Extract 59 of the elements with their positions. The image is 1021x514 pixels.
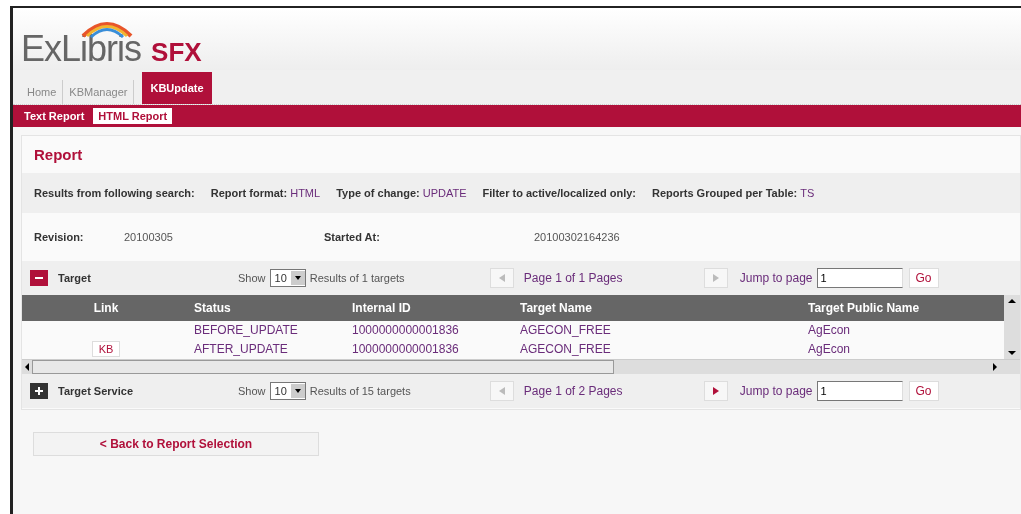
table-cell-text: AgEcon <box>807 341 852 358</box>
show-label: Show <box>238 272 266 284</box>
jump-to-page-field[interactable]: 1 <box>816 381 903 401</box>
go-button[interactable]: Go <box>908 268 939 288</box>
right-arrow-icon <box>990 361 1000 373</box>
results-count: Results of 15 targets <box>309 385 412 397</box>
show-label: Show <box>238 385 266 397</box>
page-indicator: Page 1 of 2 Pages <box>523 384 624 398</box>
results-count: Results of 1 targets <box>309 272 406 284</box>
table-cell: AgEcon <box>804 321 1004 339</box>
left-arrow-icon <box>498 387 505 395</box>
logo-product: SFX <box>151 37 202 67</box>
column-header: Link <box>22 295 190 321</box>
column-header: Target Name <box>516 295 804 321</box>
revision-value: 20100305 <box>124 231 174 243</box>
nav-tab[interactable]: KBUpdate <box>142 72 212 104</box>
started-label: Started At: <box>324 231 381 243</box>
page-indicator: Page 1 of 1 Pages <box>523 271 624 285</box>
section-title: Target Service <box>58 385 134 397</box>
next-page-button[interactable] <box>703 381 728 401</box>
table-cell: AGECON_FREE <box>516 321 804 339</box>
sub-tab[interactable]: HTML Report <box>93 108 173 124</box>
revision-label: Revision: <box>34 231 85 243</box>
search-criterion: Results from following search: <box>34 187 195 199</box>
section-title: Target <box>58 272 92 284</box>
table-cell-text: 1000000000001836 <box>351 341 460 358</box>
minus-icon <box>35 274 43 282</box>
jump-to-page-field[interactable]: 1 <box>816 268 903 288</box>
column-header: Internal ID <box>348 295 516 321</box>
expand-button[interactable] <box>30 383 48 399</box>
search-criterion: Type of change: UPDATE <box>336 187 467 199</box>
jump-to-page-label: Jump to page <box>739 384 813 398</box>
back-button[interactable]: < Back to Report Selection <box>33 432 319 456</box>
logo-brand: ExLibris <box>21 28 142 69</box>
table-cell: 1000000000001836 <box>348 321 516 339</box>
kb-link-button[interactable]: KB <box>91 341 121 357</box>
table-cell-text: AGECON_FREE <box>519 341 612 358</box>
vertical-scrollbar[interactable] <box>1004 295 1020 359</box>
column-header: Target Public Name <box>804 295 1004 321</box>
table-cell-text: AFTER_UPDATE <box>193 341 289 358</box>
search-criterion: Report format: HTML <box>210 187 321 199</box>
collapse-button[interactable] <box>30 270 48 286</box>
right-arrow-icon <box>712 387 719 395</box>
started-value: 20100302164236 <box>534 231 621 243</box>
go-button[interactable]: Go <box>908 381 939 401</box>
page-size-select[interactable]: 10 <box>269 382 306 400</box>
search-criterion: Filter to active/localized only: <box>482 187 636 199</box>
jump-to-page-label: Jump to page <box>739 271 813 285</box>
left-arrow-icon <box>498 274 505 282</box>
page-title: Report <box>33 145 84 165</box>
horizontal-scrollbar[interactable] <box>22 359 1020 374</box>
table-cell: BEFORE_UPDATE <box>190 321 348 339</box>
right-arrow-icon <box>712 274 719 282</box>
plus-icon <box>35 387 43 395</box>
scrollbar-thumb[interactable] <box>32 360 614 374</box>
sub-tab[interactable]: Text Report <box>19 108 90 124</box>
column-header: Status <box>190 295 348 321</box>
search-criterion: Reports Grouped per Table: TS <box>652 187 815 199</box>
page-size-select[interactable]: 10 <box>269 269 306 287</box>
